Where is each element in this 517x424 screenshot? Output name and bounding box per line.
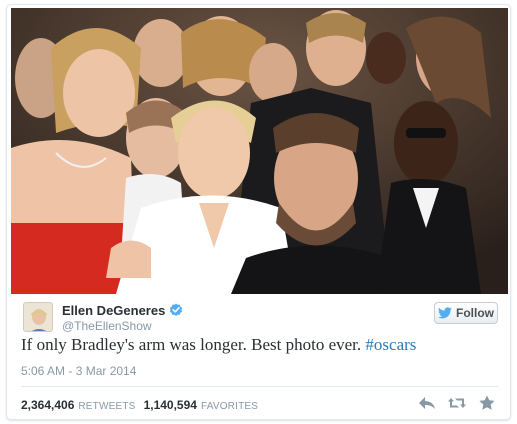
- follow-button-label: Follow: [456, 306, 494, 320]
- user-handle[interactable]: @TheEllenShow: [62, 319, 152, 333]
- tweet-photo[interactable]: [11, 8, 508, 294]
- display-name[interactable]: Ellen DeGeneres: [62, 303, 165, 318]
- reply-icon: [419, 397, 435, 409]
- tweet-actions: [418, 395, 496, 411]
- selfie-photo-illustration: [11, 8, 508, 294]
- retweet-icon: [448, 398, 466, 408]
- follow-button[interactable]: Follow: [434, 302, 498, 324]
- retweets-count[interactable]: 2,364,406: [21, 398, 74, 412]
- favorite-icon: [479, 395, 495, 410]
- retweet-button[interactable]: [448, 395, 466, 411]
- favorites-label[interactable]: FAVORITES: [201, 401, 258, 412]
- verified-badge-icon: [170, 303, 183, 316]
- author-name-line: Ellen DeGeneres: [62, 301, 183, 319]
- ellen-avatar-icon: [24, 303, 52, 331]
- divider: [21, 386, 498, 387]
- twitter-bird-icon: [438, 307, 452, 319]
- tweet-body: If only Bradley's arm was longer. Best p…: [21, 335, 362, 354]
- reply-button[interactable]: [418, 395, 436, 411]
- tweet-stats: 2,364,406 RETWEETS 1,140,594 FAVORITES: [21, 398, 266, 412]
- favorite-button[interactable]: [478, 395, 496, 411]
- tweet-card: Ellen DeGeneres @TheEllenShow Follow If …: [6, 4, 511, 420]
- retweets-label[interactable]: RETWEETS: [78, 401, 135, 412]
- tweet-text: If only Bradley's arm was longer. Best p…: [21, 335, 501, 355]
- avatar[interactable]: [23, 302, 53, 332]
- tweet-timestamp[interactable]: 5:06 AM - 3 Mar 2014: [21, 364, 136, 378]
- favorites-count[interactable]: 1,140,594: [144, 398, 197, 412]
- hashtag-link[interactable]: #oscars: [365, 335, 416, 354]
